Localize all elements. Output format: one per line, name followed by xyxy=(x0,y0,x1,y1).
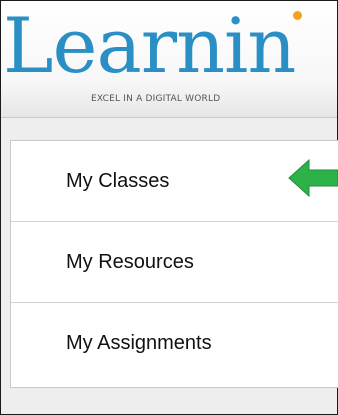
main-menu: My Classes My Resources My Assignments xyxy=(10,140,338,388)
menu-item-label: My Classes xyxy=(66,170,170,192)
menu-item-label: My Assignments xyxy=(66,332,212,354)
menu-item-my-resources[interactable]: My Resources xyxy=(11,222,338,303)
menu-item-my-assignments[interactable]: My Assignments xyxy=(11,303,338,384)
menu-item-my-classes[interactable]: My Classes xyxy=(11,141,338,222)
logo-tagline: EXCEL IN A DIGITAL WORLD xyxy=(91,94,221,104)
logo-dot-icon xyxy=(293,11,302,20)
logo-text: Learnin xyxy=(3,1,296,90)
arrow-left-icon xyxy=(288,158,338,198)
menu-item-label: My Resources xyxy=(66,251,194,273)
site-header: Learnin EXCEL IN A DIGITAL WORLD xyxy=(1,1,337,118)
app-window: Learnin EXCEL IN A DIGITAL WORLD My Clas… xyxy=(0,0,338,415)
